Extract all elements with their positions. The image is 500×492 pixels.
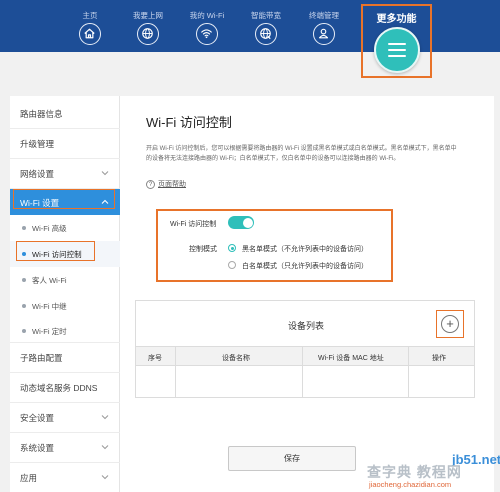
device-list-title: 设备列表 (287, 321, 324, 331)
nav-internet[interactable]: 我要上网 (123, 11, 173, 45)
sidebar-item-network-settings[interactable]: 网络设置 (10, 158, 120, 188)
table-column-divider (175, 346, 176, 397)
table-column-divider (302, 346, 303, 397)
sidebar-item-sub-router[interactable]: 子路由配置 (10, 342, 120, 372)
add-device-button[interactable]: + (441, 315, 459, 333)
help-link-label: 页面帮助 (158, 181, 186, 188)
nav-smart-bandwidth-label: 智能带宽 (251, 11, 281, 20)
help-icon: ? (146, 179, 155, 189)
globe-icon (137, 23, 159, 45)
sidebar-subitem-label: Wi-Fi 高级 (32, 224, 67, 233)
sidebar-item-label: 网络设置 (20, 169, 55, 179)
description-line: 的设备将无法连接路由器的 Wi-Fi；白名单模式下，仅白名单中的设备可以连接路由… (146, 156, 400, 162)
sidebar-item-router-info[interactable]: 路由器信息 (10, 98, 120, 128)
blacklist-radio[interactable] (228, 244, 236, 252)
main-panel: Wi-Fi 访问控制 开启 Wi-Fi 访问控制后，您可以根据需要将路由器的 W… (120, 96, 494, 492)
nav-home-label: 主页 (82, 11, 98, 20)
watermark-text: 查字典 教程网 (367, 464, 462, 480)
table-column-divider (408, 346, 409, 397)
wifi-access-control-highlight (16, 241, 95, 261)
sidebar-subitem-wifi-relay[interactable]: Wi-Fi 中继 (10, 293, 120, 319)
watermark-text: jiaocheng.chazidian.com (369, 480, 452, 489)
sidebar-item-system-settings[interactable]: 系统设置 (10, 432, 120, 462)
toggle-knob (242, 217, 253, 228)
table-header-action: 操作 (432, 355, 446, 362)
blacklist-option-label: 黑名单模式（不允许列表中的设备访问） (242, 246, 368, 253)
sidebar-subitem-label: Wi-Fi 中继 (32, 302, 67, 311)
more-functions-highlight: 更多功能 (361, 4, 432, 78)
bullet-icon (22, 329, 26, 333)
device-list-card: 设备列表 + 序号 设备名称 Wi-Fi 设备 MAC 地址 操作 (135, 300, 475, 398)
wifi-settings-highlight (13, 189, 115, 209)
access-control-toggle[interactable] (228, 216, 254, 229)
sidebar-item-apps[interactable]: 应用 (10, 462, 120, 492)
sidebar-item-label: 应用 (20, 473, 38, 483)
bullet-icon (22, 278, 26, 282)
sidebar-item-label: 子路由配置 (20, 353, 63, 363)
menu-icon-line (388, 49, 406, 51)
sidebar-item-security[interactable]: 安全设置 (10, 402, 120, 432)
page-title: Wi-Fi 访问控制 (146, 115, 232, 130)
nav-internet-label: 我要上网 (133, 11, 163, 20)
page-description: 开启 Wi-Fi 访问控制后，您可以根据需要将路由器的 Wi-Fi 设置成黑名单… (146, 144, 476, 164)
whitelist-option-label: 白名单模式（只允许列表中的设备访问） (242, 263, 368, 270)
sidebar-subitem-wifi-advanced[interactable]: Wi-Fi 高级 (10, 215, 120, 241)
save-button[interactable]: 保存 (228, 446, 356, 471)
nav-terminal-management[interactable]: 终端管理 (299, 11, 349, 45)
sidebar-item-ddns[interactable]: 动态域名服务 DDNS (10, 372, 120, 402)
sidebar-item-label: 安全设置 (20, 413, 55, 423)
access-control-settings: Wi-Fi 访问控制 控制模式 黑名单模式（不允许列表中的设备访问） 白名单模式… (156, 209, 393, 282)
whitelist-radio[interactable] (228, 261, 236, 269)
sidebar-item-label: 系统设置 (20, 443, 55, 453)
sidebar-item-label: 路由器信息 (20, 109, 63, 119)
sidebar-item-label: 升级管理 (20, 139, 55, 149)
nav-my-wifi[interactable]: 我的 Wi-Fi (182, 11, 232, 45)
more-functions-label: 更多功能 (376, 14, 417, 25)
device-table-header: 序号 设备名称 Wi-Fi 设备 MAC 地址 操作 (136, 346, 474, 366)
chevron-down-icon (101, 415, 109, 420)
chevron-down-icon (101, 475, 109, 480)
sidebar-item-label: 动态域名服务 DDNS (20, 383, 98, 393)
user-icon (313, 23, 335, 45)
menu-icon-line (388, 55, 406, 57)
sidebar-item-upgrade[interactable]: 升级管理 (10, 128, 120, 158)
chevron-down-icon (101, 171, 109, 176)
nav-terminal-management-label: 终端管理 (309, 11, 339, 20)
table-header-mac: Wi-Fi 设备 MAC 地址 (318, 355, 384, 362)
description-line: 开启 Wi-Fi 访问控制后，您可以根据需要将路由器的 Wi-Fi 设置成黑名单… (146, 146, 457, 152)
wifi-icon (196, 23, 218, 45)
sidebar-subitem-guest-wifi[interactable]: 客人 Wi-Fi (10, 267, 120, 293)
bandwidth-globe-icon (255, 23, 277, 45)
home-icon (79, 23, 101, 45)
table-header-index: 序号 (148, 355, 162, 362)
sidebar-subitem-label: 客人 Wi-Fi (32, 276, 67, 285)
sidebar: 路由器信息 升级管理 网络设置 Wi-Fi 设置 Wi-Fi 高级 Wi-Fi … (10, 96, 120, 492)
nav-smart-bandwidth[interactable]: 智能带宽 (241, 11, 291, 45)
nav-home[interactable]: 主页 (65, 11, 115, 45)
bullet-icon (22, 304, 26, 308)
sidebar-subitem-wifi-timer[interactable]: Wi-Fi 定时 (10, 318, 120, 344)
add-device-highlight: + (436, 310, 464, 338)
nav-my-wifi-label: 我的 Wi-Fi (189, 11, 225, 20)
control-mode-label: 控制模式 (189, 246, 217, 253)
access-control-label: Wi-Fi 访问控制 (170, 221, 217, 228)
chevron-down-icon (101, 445, 109, 450)
table-header-device-name: 设备名称 (222, 355, 250, 362)
menu-icon (388, 43, 406, 45)
more-functions-button[interactable] (374, 27, 420, 73)
help-link[interactable]: ? 页面帮助 (146, 179, 186, 189)
sidebar-subitem-label: Wi-Fi 定时 (32, 327, 67, 336)
bullet-icon (22, 226, 26, 230)
